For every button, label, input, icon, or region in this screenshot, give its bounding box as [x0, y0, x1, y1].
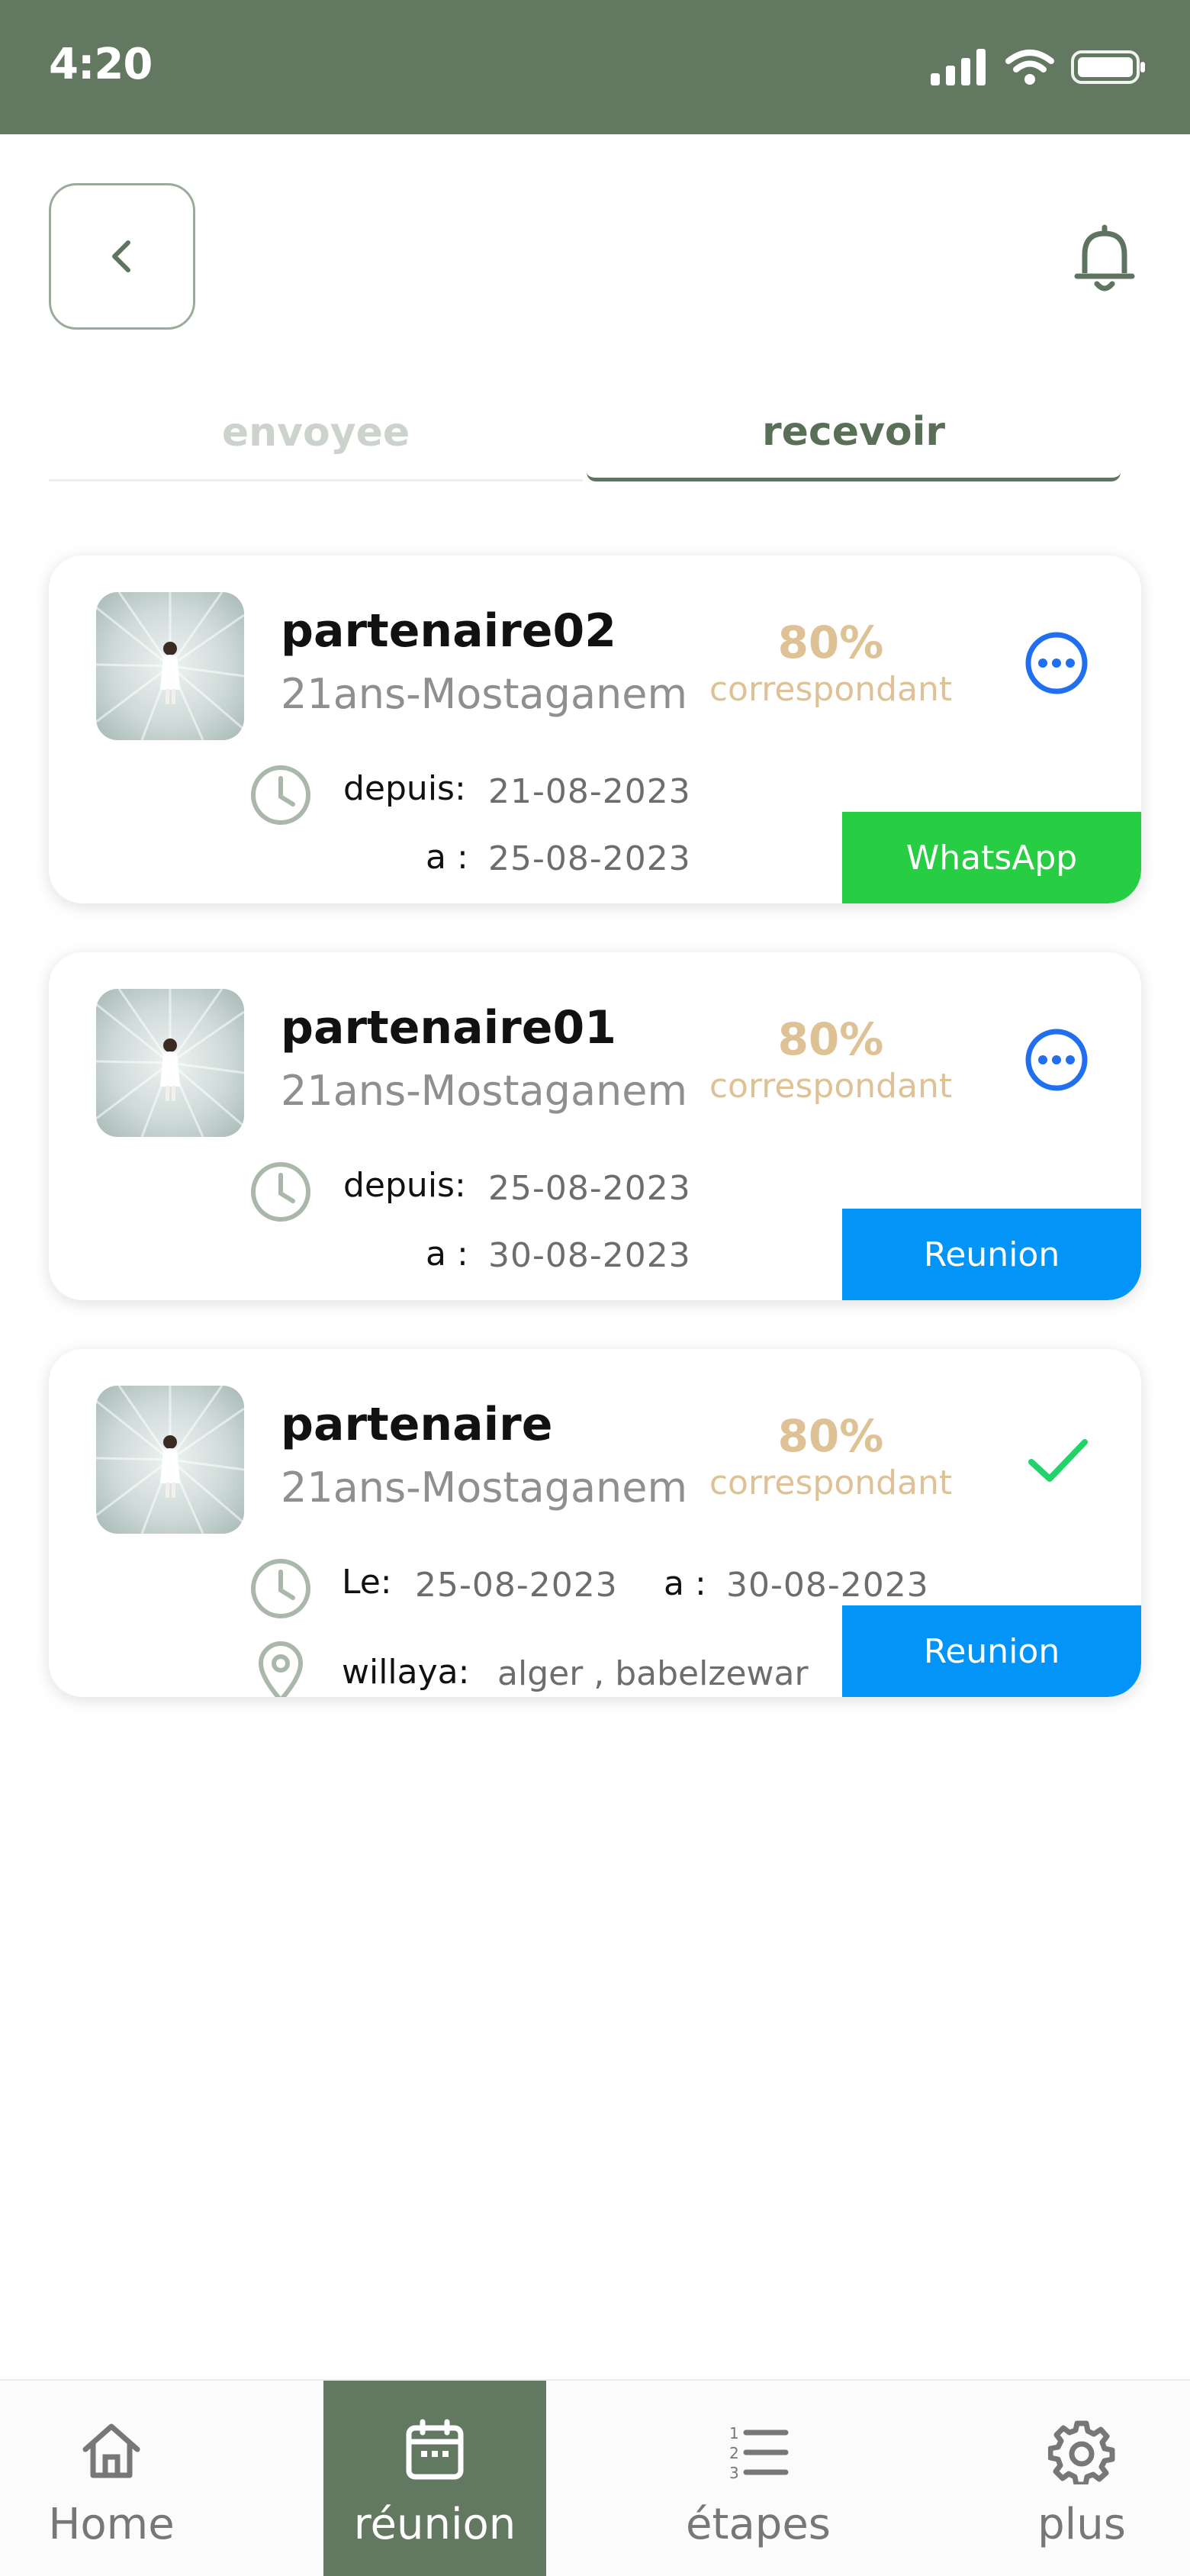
match-percent: 80% — [777, 1013, 884, 1065]
partner-card[interactable]: partenaire 21ans-Mostaganem 80% correspo… — [49, 1349, 1141, 1697]
whatsapp-button[interactable]: WhatsApp — [842, 812, 1141, 903]
avatar — [96, 592, 244, 740]
from-date: 21-08-2023 — [488, 772, 691, 811]
reunion-button[interactable]: Reunion — [842, 1209, 1141, 1300]
home-icon — [82, 2423, 140, 2478]
partner-subtitle: 21ans-Mostaganem — [281, 1067, 688, 1115]
le-label: Le: — [342, 1563, 392, 1602]
battery-icon — [1071, 50, 1145, 84]
nav-home[interactable]: Home — [0, 2381, 223, 2576]
nav-etapes-label: étapes — [686, 2500, 831, 2549]
svg-text:1: 1 — [729, 2424, 739, 2442]
numbered-list-icon: 1 2 3 — [729, 2424, 789, 2482]
chevron-left-icon — [112, 240, 130, 272]
from-label: depuis: — [343, 769, 466, 808]
partner-subtitle: 21ans-Mostaganem — [281, 1463, 688, 1512]
bell-icon[interactable] — [1071, 221, 1138, 295]
to-date: 25-08-2023 — [488, 839, 691, 878]
partner-name: partenaire02 — [281, 604, 616, 658]
check-icon — [1028, 1439, 1088, 1482]
tab-bar: envoyee recevoir — [49, 385, 1121, 481]
partner-card[interactable]: partenaire02 21ans-Mostaganem 80% corres… — [49, 555, 1141, 903]
clock-icon — [251, 1559, 310, 1618]
more-icon[interactable] — [1022, 1026, 1091, 1094]
le-date: 25-08-2023 — [415, 1566, 618, 1605]
gear-icon — [1048, 2420, 1115, 2484]
clock-icon — [251, 765, 310, 825]
partner-subtitle: 21ans-Mostaganem — [281, 670, 688, 718]
to-date: 30-08-2023 — [488, 1236, 691, 1275]
nav-plus-label: plus — [1037, 2500, 1126, 2549]
from-label: depuis: — [343, 1166, 466, 1205]
partner-card[interactable]: partenaire01 21ans-Mostaganem 80% corres… — [49, 952, 1141, 1300]
match-label: correspondant — [709, 1067, 953, 1106]
to-label: a : — [664, 1564, 706, 1603]
from-date: 25-08-2023 — [488, 1169, 691, 1208]
to-label: a : — [426, 838, 468, 877]
svg-text:2: 2 — [729, 2444, 739, 2462]
wifi-icon — [1005, 50, 1054, 85]
nav-etapes[interactable]: 1 2 3 étapes — [647, 2381, 870, 2576]
tab-envoyee[interactable]: envoyee — [49, 385, 583, 481]
bottom-navigation: Home réunion 1 2 3 étapes plus — [0, 2379, 1190, 2576]
avatar — [96, 1386, 244, 1534]
clock-icon — [251, 1162, 310, 1222]
cellular-signal-icon — [931, 49, 986, 85]
partner-name: partenaire — [281, 1398, 553, 1451]
nav-reunion-label: réunion — [353, 2500, 516, 2549]
status-icons — [931, 49, 1147, 85]
status-bar: 4:20 — [0, 0, 1190, 134]
nav-home-label: Home — [48, 2500, 175, 2549]
back-button[interactable] — [49, 183, 195, 330]
to-label: a : — [426, 1235, 468, 1274]
to-date: 30-08-2023 — [726, 1566, 929, 1605]
avatar — [96, 989, 244, 1137]
status-time: 4:20 — [49, 40, 153, 89]
reunion-button[interactable]: Reunion — [842, 1605, 1141, 1697]
match-label: correspondant — [709, 1463, 953, 1502]
match-percent: 80% — [777, 617, 884, 668]
location-label: willaya: — [342, 1653, 470, 1692]
calendar-icon — [406, 2419, 464, 2480]
more-icon[interactable] — [1022, 629, 1091, 697]
match-percent: 80% — [777, 1410, 884, 1462]
location-value: alger , babelzewar — [497, 1654, 809, 1693]
partner-name: partenaire01 — [281, 1001, 616, 1055]
nav-plus[interactable]: plus — [970, 2381, 1190, 2576]
nav-reunion[interactable]: réunion — [323, 2381, 546, 2576]
tab-recevoir[interactable]: recevoir — [587, 385, 1121, 481]
match-label: correspondant — [709, 670, 953, 709]
location-pin-icon — [259, 1641, 303, 1697]
svg-text:3: 3 — [729, 2464, 739, 2482]
